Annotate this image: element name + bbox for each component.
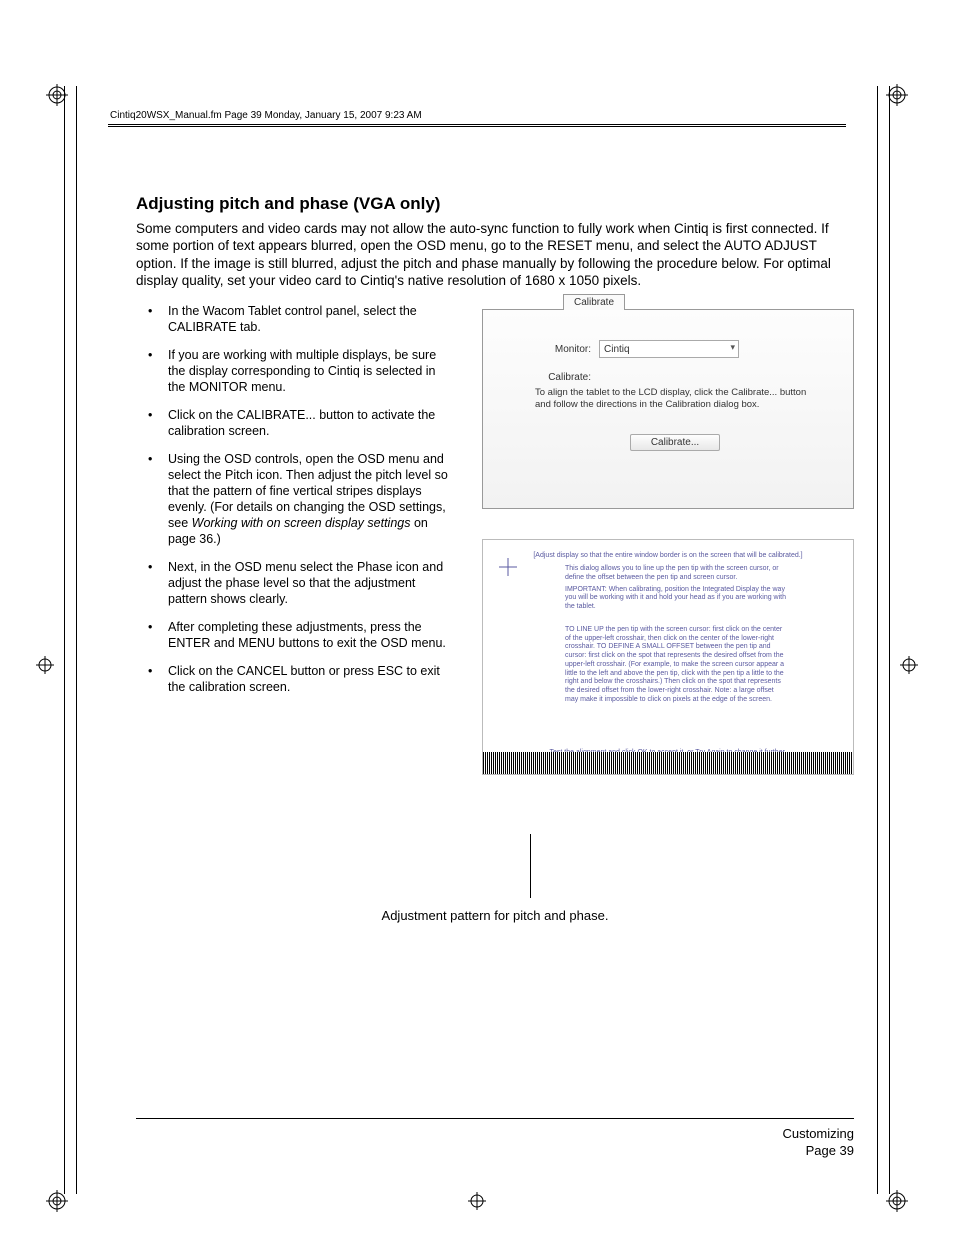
crosshair-icon [499,558,517,576]
calibration-dialog: [Adjust display so that the entire windo… [482,539,854,775]
dialog-text: [Adjust display so that the entire windo… [509,552,827,559]
list-item: Using the OSD controls, open the OSD men… [136,451,456,547]
calibrate-button[interactable]: Calibrate... [630,434,720,451]
header-rule [108,124,846,127]
page-header: Cintiq20WSX_Manual.fm Page 39 Monday, Ja… [110,110,422,121]
adjustment-pattern [483,752,853,774]
figure-caption: Adjustment pattern for pitch and phase. [136,908,854,923]
footer-rule [136,1118,854,1119]
list-item: After completing these adjustments, pres… [136,619,456,651]
list-item: Click on the CANCEL button or press ESC … [136,663,456,695]
monitor-label: Monitor: [535,344,591,355]
calibrate-panel: Calibrate Monitor: Cintiq Calibrate: To … [482,309,854,509]
dialog-text: IMPORTANT: When calibrating, position th… [565,586,787,612]
instruction-list: In the Wacom Tablet control panel, selec… [136,303,456,695]
list-item: In the Wacom Tablet control panel, selec… [136,303,456,335]
page-footer: Customizing Page 39 [782,1126,854,1160]
footer-section: Customizing [782,1126,854,1143]
monitor-dropdown[interactable]: Cintiq [599,340,739,358]
dialog-text: This dialog allows you to line up the pe… [565,565,787,583]
section-heading: Adjusting pitch and phase (VGA only) [136,194,854,214]
crop-line [877,86,878,1194]
callout-line [530,834,531,898]
list-item: If you are working with multiple display… [136,347,456,395]
calibrate-label: Calibrate: [535,372,591,383]
crop-line [76,86,77,1194]
crop-line [64,86,65,1194]
list-item: Click on the CALIBRATE... button to acti… [136,407,456,439]
footer-page: Page 39 [782,1143,854,1160]
monitor-value: Cintiq [604,344,630,355]
calibrate-description: To align the tablet to the LCD display, … [535,387,815,412]
crop-line [889,86,890,1194]
registration-mark-icon [36,656,54,674]
list-item: Next, in the OSD menu select the Phase i… [136,559,456,607]
dialog-text: TO LINE UP the pen tip with the screen c… [565,626,787,705]
tab-calibrate[interactable]: Calibrate [563,294,625,310]
intro-paragraph: Some computers and video cards may not a… [136,220,854,289]
registration-mark-icon [468,1192,486,1210]
registration-mark-icon [900,656,918,674]
